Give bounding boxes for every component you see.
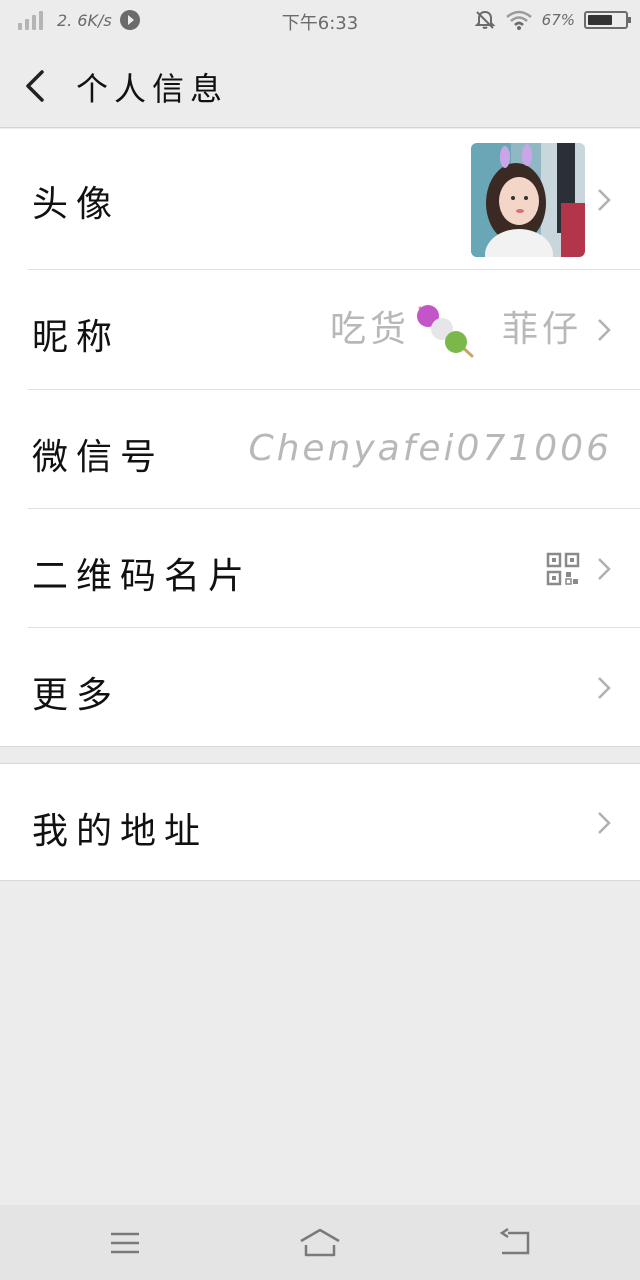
address-group: 我的地址 (0, 763, 640, 881)
back-arrow-icon[interactable] (20, 66, 56, 106)
page-title: 个人信息 (76, 70, 229, 108)
row-more[interactable]: 更多 (0, 628, 640, 747)
qr-card-label: 二维码名片 (32, 556, 253, 597)
status-right: 67% (474, 9, 631, 31)
row-nickname[interactable]: 昵称 吃货 菲仔 (0, 270, 640, 390)
chevron-right-icon (598, 189, 611, 211)
nickname-suffix: 菲仔 (501, 309, 582, 350)
menu-icon[interactable] (105, 1225, 145, 1261)
chevron-right-icon (598, 319, 611, 341)
dango-emoji-icon (416, 305, 474, 358)
row-avatar[interactable]: 头像 (0, 129, 640, 270)
battery-fill (588, 15, 612, 25)
nav-bar: 个人信息 (0, 42, 640, 128)
system-nav-bar (0, 1205, 640, 1280)
row-address[interactable]: 我的地址 (0, 764, 640, 881)
chevron-right-icon (598, 558, 611, 580)
row-wechat-id: 微信号 Chenyafei071006 (0, 390, 640, 509)
row-qr-card[interactable]: 二维码名片 (0, 509, 640, 628)
more-label: 更多 (32, 675, 121, 716)
nickname-prefix: 吃货 (329, 309, 410, 350)
wechat-id-value: Chenyafei071006 (248, 428, 612, 469)
nickname-label: 昵称 (32, 317, 121, 358)
home-icon[interactable] (298, 1225, 342, 1261)
battery-percent: 67% (541, 11, 575, 29)
battery-icon (584, 11, 631, 29)
status-bar: 2. 6K/s 下午6:33 67% (0, 0, 640, 42)
wechat-id-label: 微信号 (32, 437, 165, 478)
nickname-value: 吃货 菲仔 (330, 300, 582, 360)
qr-code-icon (546, 552, 580, 586)
profile-info-group: 头像 昵称 吃货 菲仔 微信号 Chenyafei071006 二维码名片 更多 (0, 129, 640, 747)
avatar[interactable] (471, 143, 585, 257)
address-label: 我的地址 (32, 811, 209, 852)
bell-muted-icon (474, 10, 496, 29)
chevron-right-icon (598, 812, 611, 834)
return-icon[interactable] (496, 1225, 536, 1261)
chevron-right-icon (598, 677, 611, 699)
avatar-label: 头像 (32, 184, 121, 225)
wifi-icon (505, 10, 532, 30)
